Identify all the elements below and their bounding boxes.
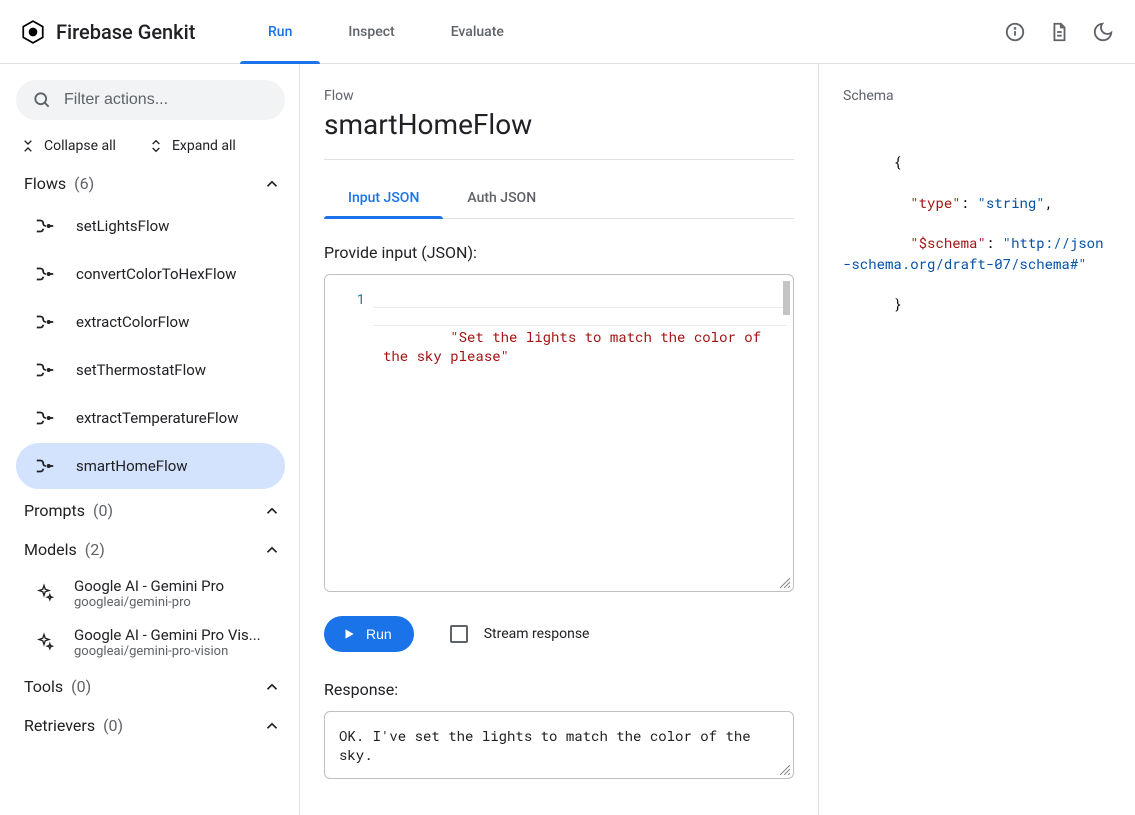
search-icon <box>32 90 52 110</box>
resize-handle-icon[interactable] <box>780 765 790 775</box>
chevron-up-icon <box>263 502 281 520</box>
flow-icon <box>34 311 56 333</box>
tab-input-json[interactable]: Input JSON <box>324 180 443 218</box>
brand-logo: Firebase Genkit <box>20 19 240 45</box>
schema-title: Schema <box>843 88 1111 104</box>
section-header-prompts[interactable]: Prompts (0) <box>16 491 285 530</box>
genkit-logo-icon <box>20 19 46 45</box>
filter-actions-input[interactable] <box>16 80 285 120</box>
model-item-gemini-pro[interactable]: Google AI - Gemini Pro googleai/gemini-p… <box>16 569 285 618</box>
section-header-models[interactable]: Models (2) <box>16 530 285 569</box>
page-title: smartHomeFlow <box>324 108 794 141</box>
resize-handle-icon[interactable] <box>780 578 790 588</box>
schema-panel: Schema { "type": "string", "$schema": "h… <box>819 64 1135 815</box>
editor-gutter: 1 <box>325 275 373 591</box>
flow-item-setthermostatflow[interactable]: setThermostatFlow <box>16 347 285 393</box>
flow-icon <box>34 407 56 429</box>
tab-auth-json[interactable]: Auth JSON <box>443 180 560 218</box>
schema-code: { "type": "string", "$schema": "http://j… <box>843 132 1111 335</box>
brand-text: Firebase Genkit <box>56 20 195 44</box>
breadcrumb: Flow <box>324 88 794 104</box>
chevron-up-icon <box>263 717 281 735</box>
info-icon[interactable] <box>1003 20 1027 44</box>
filter-actions-field[interactable] <box>64 91 271 109</box>
nav-tab-inspect[interactable]: Inspect <box>320 0 422 64</box>
json-input-editor[interactable]: 1 "Set the lights to match the color of … <box>324 274 794 592</box>
flow-icon <box>34 455 56 477</box>
nav-tab-evaluate[interactable]: Evaluate <box>423 0 532 64</box>
sparkle-icon <box>34 632 54 652</box>
expand-icon <box>148 138 164 154</box>
section-header-flows[interactable]: Flows (6) <box>16 164 285 203</box>
collapse-icon <box>20 138 36 154</box>
dark-mode-icon[interactable] <box>1091 20 1115 44</box>
flow-item-smarthomeflow[interactable]: smartHomeFlow <box>16 443 285 489</box>
flow-icon <box>34 263 56 285</box>
checkbox-box[interactable] <box>450 625 468 643</box>
response-label: Response: <box>324 680 794 699</box>
chevron-up-icon <box>263 541 281 559</box>
model-item-gemini-pro-vision[interactable]: Google AI - Gemini Pro Vis... googleai/g… <box>16 618 285 667</box>
nav-tab-run[interactable]: Run <box>240 0 320 64</box>
expand-all-button[interactable]: Expand all <box>148 138 236 154</box>
section-header-tools[interactable]: Tools (0) <box>16 667 285 706</box>
flow-item-convertcolortohexflow[interactable]: convertColorToHexFlow <box>16 251 285 297</box>
sparkle-icon <box>34 583 54 603</box>
editor-content[interactable]: "Set the lights to match the color of th… <box>373 275 793 591</box>
document-icon[interactable] <box>1047 20 1071 44</box>
flow-item-extractcolorflow[interactable]: extractColorFlow <box>16 299 285 345</box>
flow-icon <box>34 215 56 237</box>
flow-icon <box>34 359 56 381</box>
flow-item-extracttemperatureflow[interactable]: extractTemperatureFlow <box>16 395 285 441</box>
sidebar: Collapse all Expand all Flows (6) setLig… <box>0 64 300 815</box>
chevron-up-icon <box>263 678 281 696</box>
response-output: OK. I've set the lights to match the col… <box>324 711 794 779</box>
collapse-all-button[interactable]: Collapse all <box>20 138 116 154</box>
divider <box>324 159 794 160</box>
input-label: Provide input (JSON): <box>324 243 794 262</box>
play-icon <box>342 627 356 641</box>
active-line-highlight <box>373 307 787 326</box>
section-header-retrievers[interactable]: Retrievers (0) <box>16 706 285 745</box>
stream-response-checkbox[interactable]: Stream response <box>450 625 590 643</box>
main-content: Flow smartHomeFlow Input JSON Auth JSON … <box>300 64 819 815</box>
flow-item-setlightsflow[interactable]: setLightsFlow <box>16 203 285 249</box>
chevron-up-icon <box>263 175 281 193</box>
run-button[interactable]: Run <box>324 616 414 652</box>
